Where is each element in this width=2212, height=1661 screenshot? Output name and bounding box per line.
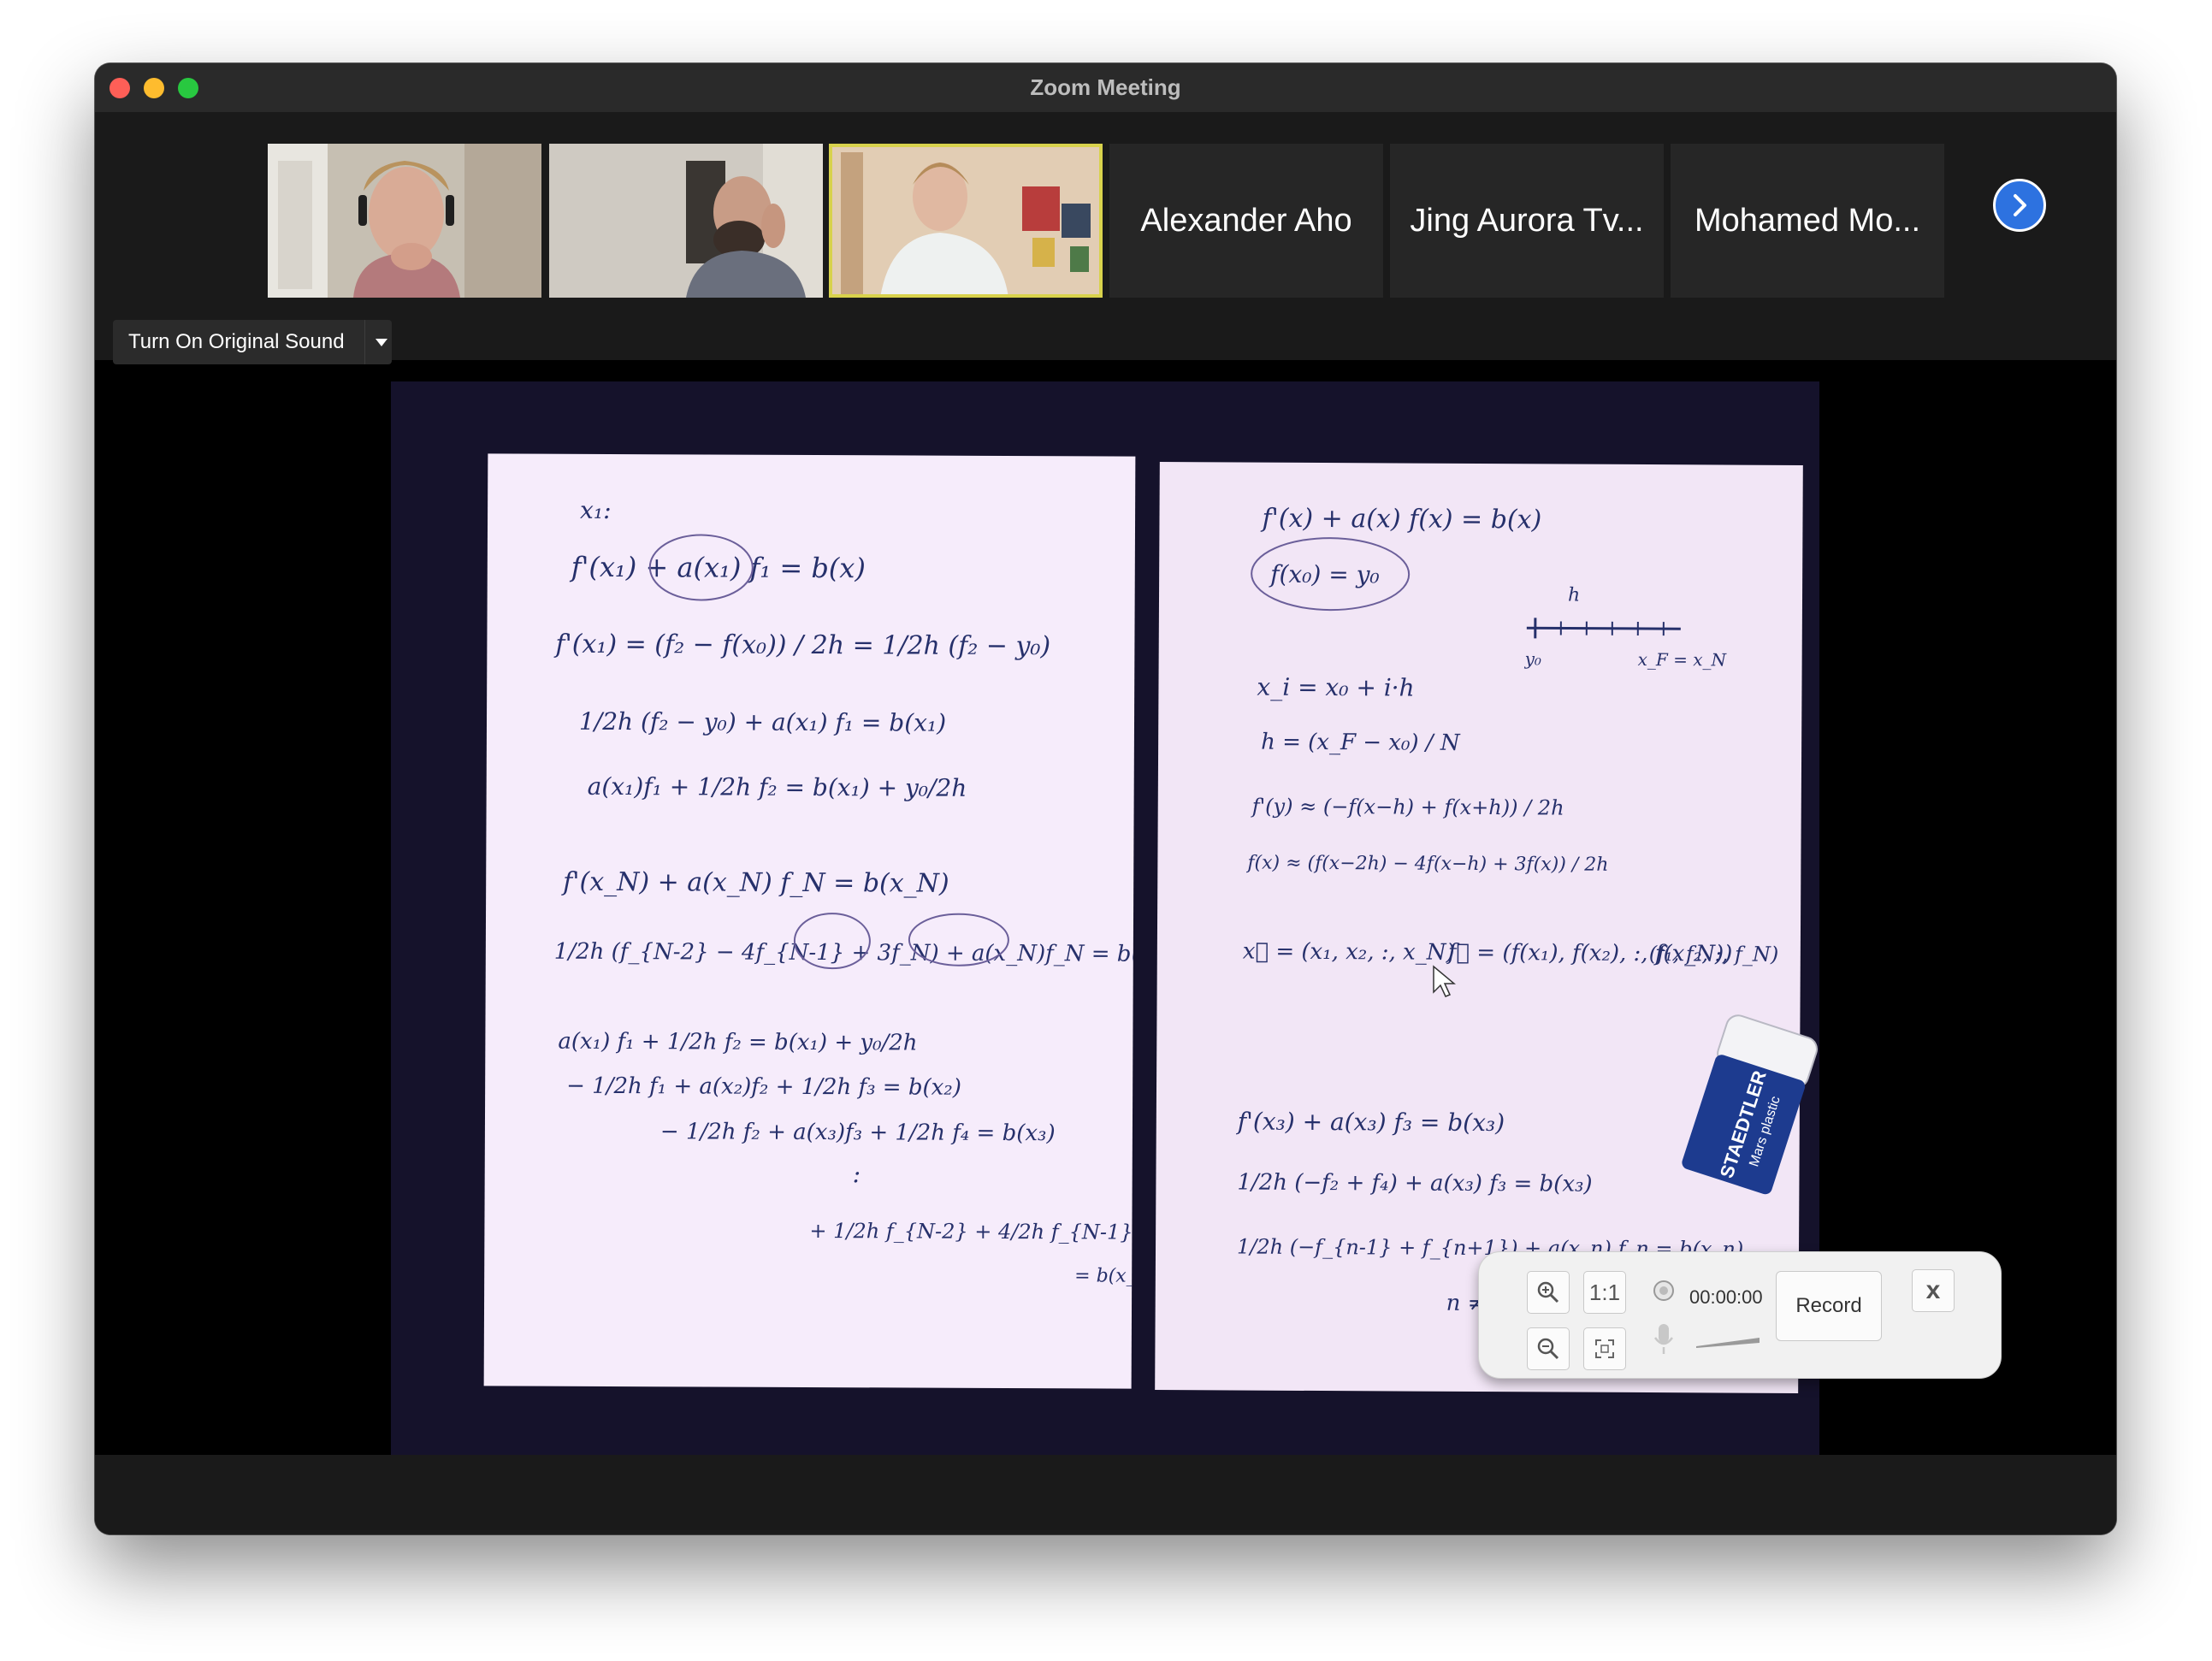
svg-text:f'(x₃) + a(x₃) f₃ = b(x₃): f'(x₃) + a(x₃) f₃ = b(x₃) — [1236, 1108, 1505, 1138]
active-speaker-tile[interactable] — [829, 144, 1103, 298]
svg-text:− 1/2h f₁ + a(x₂)f₂ + 1/2h f₃: − 1/2h f₁ + a(x₂)f₂ + 1/2h f₃ = b(x₂) — [566, 1073, 961, 1101]
svg-text:1/2h (f_{N-2} − 4f_{N-1} + 3f_: 1/2h (f_{N-2} − 4f_{N-1} + 3f_N) + a(x_N… — [554, 939, 1136, 967]
svg-text:1/2h (f₂ − y₀) + a(x₁) f₁ = b(: 1/2h (f₂ − y₀) + a(x₁) f₁ = b(x₁) — [579, 707, 946, 737]
participant-video-tile[interactable] — [268, 144, 541, 298]
participant-video-tile[interactable] — [549, 144, 823, 298]
participant-name-tile[interactable]: Jing Aurora Tv... — [1390, 144, 1664, 298]
svg-text::: : — [853, 1160, 861, 1188]
svg-text:f'(x) + a(x) f(x) = b(x): f'(x) + a(x) f(x) = b(x) — [1260, 504, 1541, 535]
svg-text:h: h — [1568, 585, 1580, 606]
svg-text:h = (x_F − x₀) / N: h = (x_F − x₀) / N — [1261, 730, 1461, 756]
close-recorder-button[interactable]: x — [1912, 1269, 1955, 1312]
handwriting-left: x₁: f'(x₁) + a(x₁) f₁ = b(x) f'(x₁) = (f… — [553, 496, 1136, 1287]
recording-timer: 00:00:00 — [1689, 1286, 1763, 1308]
svg-text:f(x₀) = y₀: f(x₀) = y₀ — [1269, 560, 1380, 589]
zoom-in-button[interactable] — [1527, 1271, 1570, 1314]
participant-name-tile[interactable]: Alexander Aho — [1109, 144, 1383, 298]
recorder-panel: 1:1 00:00:00 Record x — [1478, 1251, 2002, 1379]
participant-name-tile[interactable]: Mohamed Mo... — [1671, 144, 1944, 298]
participant-video — [549, 144, 823, 298]
notes-page-left: x₁: f'(x₁) + a(x₁) f₁ = b(x) f'(x₁) = (f… — [483, 453, 1136, 1389]
participant-video — [268, 144, 541, 298]
svg-text:f'(y) ≈ (−f(x−h) + f(x+h)) / 2: f'(y) ≈ (−f(x−h) + f(x+h)) / 2h — [1251, 795, 1564, 820]
participant-name: Jing Aurora Tv... — [1410, 202, 1644, 239]
svg-text:a(x₁) f₁ + 1/2h f₂ = b(x₁) + y: a(x₁) f₁ + 1/2h f₂ = b(x₁) + y₀/2h — [558, 1029, 917, 1056]
actual-size-button[interactable]: 1:1 — [1583, 1271, 1626, 1314]
mic-level-slider[interactable] — [1694, 1329, 1763, 1350]
caret-down-icon[interactable] — [376, 338, 387, 346]
svg-text:x_F = x_N: x_F = x_N — [1638, 649, 1728, 671]
zoom-out-button[interactable] — [1527, 1327, 1570, 1370]
fit-screen-icon — [1595, 1339, 1614, 1358]
original-sound-label: Turn On Original Sound — [128, 330, 345, 353]
svg-text:x₁:: x₁: — [580, 496, 612, 524]
svg-text:+ 1/2h f_{N-2} + 4/2h f_{N-1}: + 1/2h f_{N-2} + 4/2h f_{N-1} + (3/2h + … — [809, 1219, 1135, 1245]
chevron-right-icon — [2014, 194, 2026, 216]
svg-text:f(x) ≈ (f(x−2h) − 4f(x−h) + 3f: f(x) ≈ (f(x−2h) − 4f(x−h) + 3f(x)) / 2h — [1245, 853, 1608, 876]
svg-text:f'(x₁) = (f₂ − f(x₀)) / 2h = 1: f'(x₁) = (f₂ − f(x₀)) / 2h = 1/2h (f₂ − … — [553, 630, 1050, 662]
eraser: STAEDTLER Mars plastic — [1682, 1014, 1819, 1195]
participant-video — [829, 144, 1103, 298]
svg-text:− 1/2h f₂ + a(x₃)f₃ + 1/2h f₄: − 1/2h f₂ + a(x₃)f₃ + 1/2h f₄ = b(x₃) — [660, 1119, 1056, 1146]
fit-screen-button[interactable] — [1583, 1327, 1626, 1370]
meeting-toolbar — [95, 1455, 2116, 1534]
zoom-in-icon — [1537, 1281, 1559, 1303]
svg-text:(f₁, f₂, :, f_N): (f₁, f₂, :, f_N) — [1649, 942, 1779, 966]
mouse-pointer-icon — [1433, 965, 1456, 997]
svg-text:= b(x_N): = b(x_N) — [1074, 1265, 1135, 1286]
svg-text:x_i = x₀ + i·h: x_i = x₀ + i·h — [1257, 673, 1414, 702]
next-participants-button[interactable] — [1993, 179, 2046, 232]
window-title: Zoom Meeting — [1030, 74, 1181, 100]
title-bar: Zoom Meeting — [95, 63, 2116, 113]
svg-text:1/2h (−f₂ + f₄) + a(x₃) f₃ = b: 1/2h (−f₂ + f₄) + a(x₃) f₃ = b(x₃) — [1237, 1170, 1592, 1197]
svg-text:x⃗ = (x₁, x₂, :, x_N): x⃗ = (x₁, x₂, :, x_N) — [1243, 939, 1455, 966]
zoom-out-icon — [1537, 1338, 1559, 1360]
svg-text:a(x₁)f₁ + 1/2h f₂ = b(x₁) + y₀: a(x₁)f₁ + 1/2h f₂ = b(x₁) + y₀/2h — [588, 772, 967, 802]
original-sound-button[interactable]: Turn On Original Sound — [113, 320, 392, 364]
svg-text:y₀: y₀ — [1524, 648, 1541, 669]
microphone-icon[interactable] — [1652, 1322, 1676, 1357]
divider — [364, 320, 365, 364]
participant-name: Alexander Aho — [1140, 202, 1352, 239]
svg-text:f'(x₁) + a(x₁) f₁ = b(x): f'(x₁) + a(x₁) f₁ = b(x) — [570, 551, 866, 585]
record-button[interactable]: Record — [1776, 1271, 1882, 1341]
participant-name: Mohamed Mo... — [1694, 202, 1920, 239]
record-indicator-icon — [1653, 1280, 1674, 1301]
svg-text:f'(x_N) + a(x_N) f_N = b(x_N): f'(x_N) + a(x_N) f_N = b(x_N) — [561, 867, 949, 899]
